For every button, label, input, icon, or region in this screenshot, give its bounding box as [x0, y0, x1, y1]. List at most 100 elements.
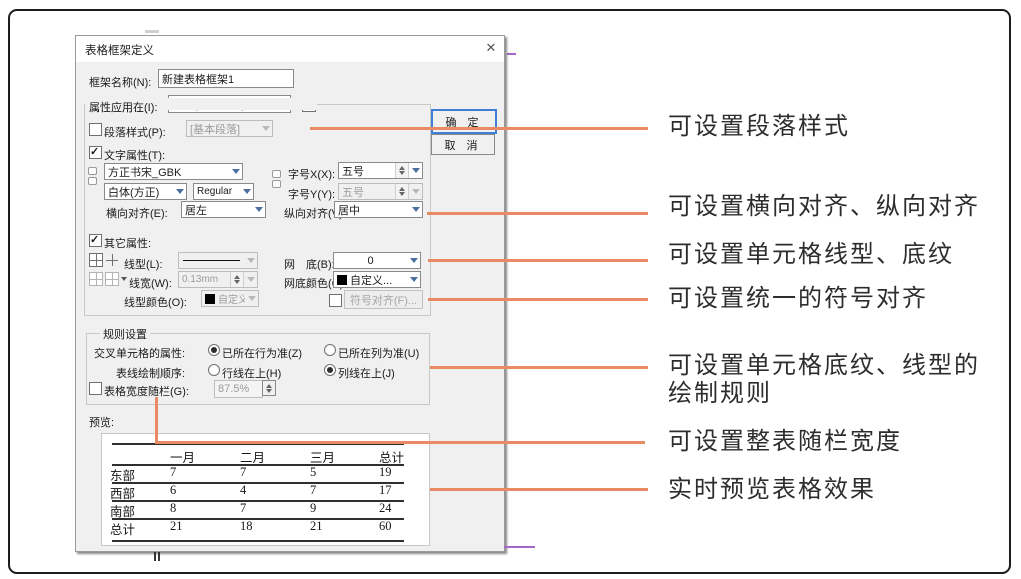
- radio-row-based-label[interactable]: 已所在行为准(Z): [222, 345, 302, 361]
- dialog-title: 表格框架定义: [85, 42, 154, 58]
- font-style-value: Regular: [194, 186, 240, 197]
- para-style-value: [基本段落]: [187, 121, 259, 137]
- symbol-align-checkbox[interactable]: [329, 294, 342, 307]
- table-cell: 南部: [110, 501, 135, 520]
- border-style-icon[interactable]: [105, 272, 119, 286]
- line-color-label: 线型颜色(O):: [124, 294, 187, 310]
- leader-line-alignment: [427, 212, 648, 215]
- border-inner-icon[interactable]: [105, 253, 119, 267]
- chevron-down-icon: [252, 202, 265, 217]
- table-rule: [112, 518, 404, 520]
- table-header-cell: 二月: [240, 447, 265, 466]
- chevron-down-icon: [173, 184, 186, 199]
- table-cell: 9: [310, 501, 316, 516]
- border-all-icon[interactable]: [89, 253, 103, 267]
- shade-dropdown[interactable]: 0: [333, 252, 421, 269]
- chevron-down-icon: [245, 291, 258, 306]
- table-rule: [112, 500, 404, 502]
- leader-line-para-style: [310, 127, 648, 130]
- radio-col-based-label[interactable]: 已所在列为准(U): [338, 345, 419, 361]
- page-boundary-dash-top: [507, 53, 516, 55]
- annotation-rules: 可设置单元格底纹、线型的 绘制规则: [668, 352, 1008, 408]
- text-cursor-mark: [158, 551, 160, 561]
- size-y-spinner: [395, 184, 409, 199]
- table-width-field: 87.5%: [214, 380, 263, 398]
- font-family-value: 方正书宋_GBK: [105, 164, 229, 180]
- leader-line-table-width: [155, 441, 645, 444]
- radio-row-line-top[interactable]: [208, 364, 220, 376]
- chevron-down-icon: [259, 121, 272, 136]
- leader-line-rules: [430, 366, 648, 369]
- radio-col-line-top-label[interactable]: 列线在上(J): [338, 365, 395, 381]
- line-type-dropdown: [178, 252, 258, 269]
- table-width-checkbox[interactable]: [89, 382, 102, 395]
- size-y-value: 五号: [339, 184, 395, 200]
- chevron-down-icon: [407, 253, 420, 268]
- link-sizes-icon[interactable]: [272, 170, 281, 188]
- font-face-dropdown[interactable]: 白体(方正): [104, 183, 187, 200]
- shade-label: 网 底(B):: [284, 256, 335, 272]
- size-x-label: 字号X(X):: [288, 166, 335, 182]
- font-style-dropdown[interactable]: Regular: [193, 183, 254, 200]
- line-width-value: 0.13mm: [179, 274, 230, 285]
- leader-line-preview: [430, 488, 648, 491]
- spinner-arrows-icon[interactable]: [263, 381, 275, 395]
- close-icon[interactable]: ✕: [480, 38, 502, 58]
- chevron-down-icon: [409, 202, 422, 217]
- chevron-down-icon: [407, 272, 420, 287]
- table-cell: 4: [240, 483, 246, 498]
- other-attr-checkbox[interactable]: [89, 234, 102, 247]
- size-y-label: 字号Y(Y):: [288, 186, 335, 202]
- radio-row-based[interactable]: [208, 344, 220, 356]
- radio-col-based[interactable]: [324, 344, 336, 356]
- v-align-value: 居中: [335, 202, 409, 218]
- table-cell: 24: [379, 501, 392, 516]
- dropdown-arrow-icon[interactable]: [121, 277, 127, 284]
- para-style-checkbox[interactable]: [89, 123, 102, 136]
- para-style-dropdown: [基本段落]: [186, 120, 273, 137]
- table-width-label: 表格宽度随栏(G):: [104, 383, 189, 399]
- table-header-cell: 三月: [310, 447, 335, 466]
- table-rule: [112, 540, 404, 542]
- annotation-preview: 实时预览表格效果: [668, 476, 1008, 504]
- h-align-dropdown[interactable]: 居左: [181, 201, 266, 218]
- size-x-spinner[interactable]: [395, 163, 409, 178]
- radio-row-line-top-label[interactable]: 行线在上(H): [222, 365, 281, 381]
- table-cell: 5: [310, 465, 316, 480]
- table-width-value: 87.5%: [218, 383, 249, 395]
- cancel-button[interactable]: 取 消: [431, 134, 495, 155]
- table-width-spinner[interactable]: [262, 380, 276, 396]
- apply-to-label: 属性应用在(I):: [89, 99, 157, 115]
- table-cell: 7: [240, 465, 246, 480]
- rules-caption: 规则设置: [100, 326, 150, 342]
- line-type-label: 线型(L):: [124, 256, 163, 272]
- v-align-dropdown[interactable]: 居中: [334, 201, 423, 218]
- table-rule: [112, 482, 404, 484]
- table-header-cell: 总计: [379, 447, 404, 466]
- size-x-value: 五号: [339, 163, 395, 179]
- color-swatch: [337, 275, 347, 285]
- table-cell: 6: [170, 483, 176, 498]
- chevron-down-icon: [229, 164, 242, 179]
- size-x-dropdown[interactable]: 五号: [338, 162, 423, 179]
- border-outer-icon[interactable]: [89, 272, 103, 286]
- ok-button[interactable]: 确 定: [431, 109, 497, 134]
- line-color-value: 自定义..: [215, 291, 245, 306]
- font-family-dropdown[interactable]: 方正书宋_GBK: [104, 163, 243, 180]
- cross-cell-label: 交叉单元格的属性:: [94, 345, 185, 361]
- line-width-label: 线宽(W):: [129, 275, 172, 291]
- link-fonts-icon[interactable]: [88, 167, 97, 185]
- leader-line-cell-line-shade: [428, 259, 648, 262]
- shade-color-dropdown[interactable]: 自定义...: [333, 271, 421, 288]
- figure-canvas: 表格框架定义 ✕ 框架名称(N): 新建表格框架1 属性应用在(I): 整表(基…: [0, 0, 1021, 579]
- text-attr-checkbox[interactable]: [89, 146, 102, 159]
- annotation-table-width: 可设置整表随栏宽度: [668, 428, 1008, 456]
- table-cell: 东部: [110, 465, 135, 484]
- text-attr-label: 文字属性(T):: [104, 147, 165, 163]
- table-cell: 60: [379, 519, 392, 534]
- frame-name-input[interactable]: 新建表格框架1: [158, 69, 294, 88]
- line-width-spin-buttons: [230, 272, 244, 287]
- table-cell: 7: [310, 483, 316, 498]
- radio-col-line-top[interactable]: [324, 364, 336, 376]
- page-edge-mark: [145, 30, 159, 33]
